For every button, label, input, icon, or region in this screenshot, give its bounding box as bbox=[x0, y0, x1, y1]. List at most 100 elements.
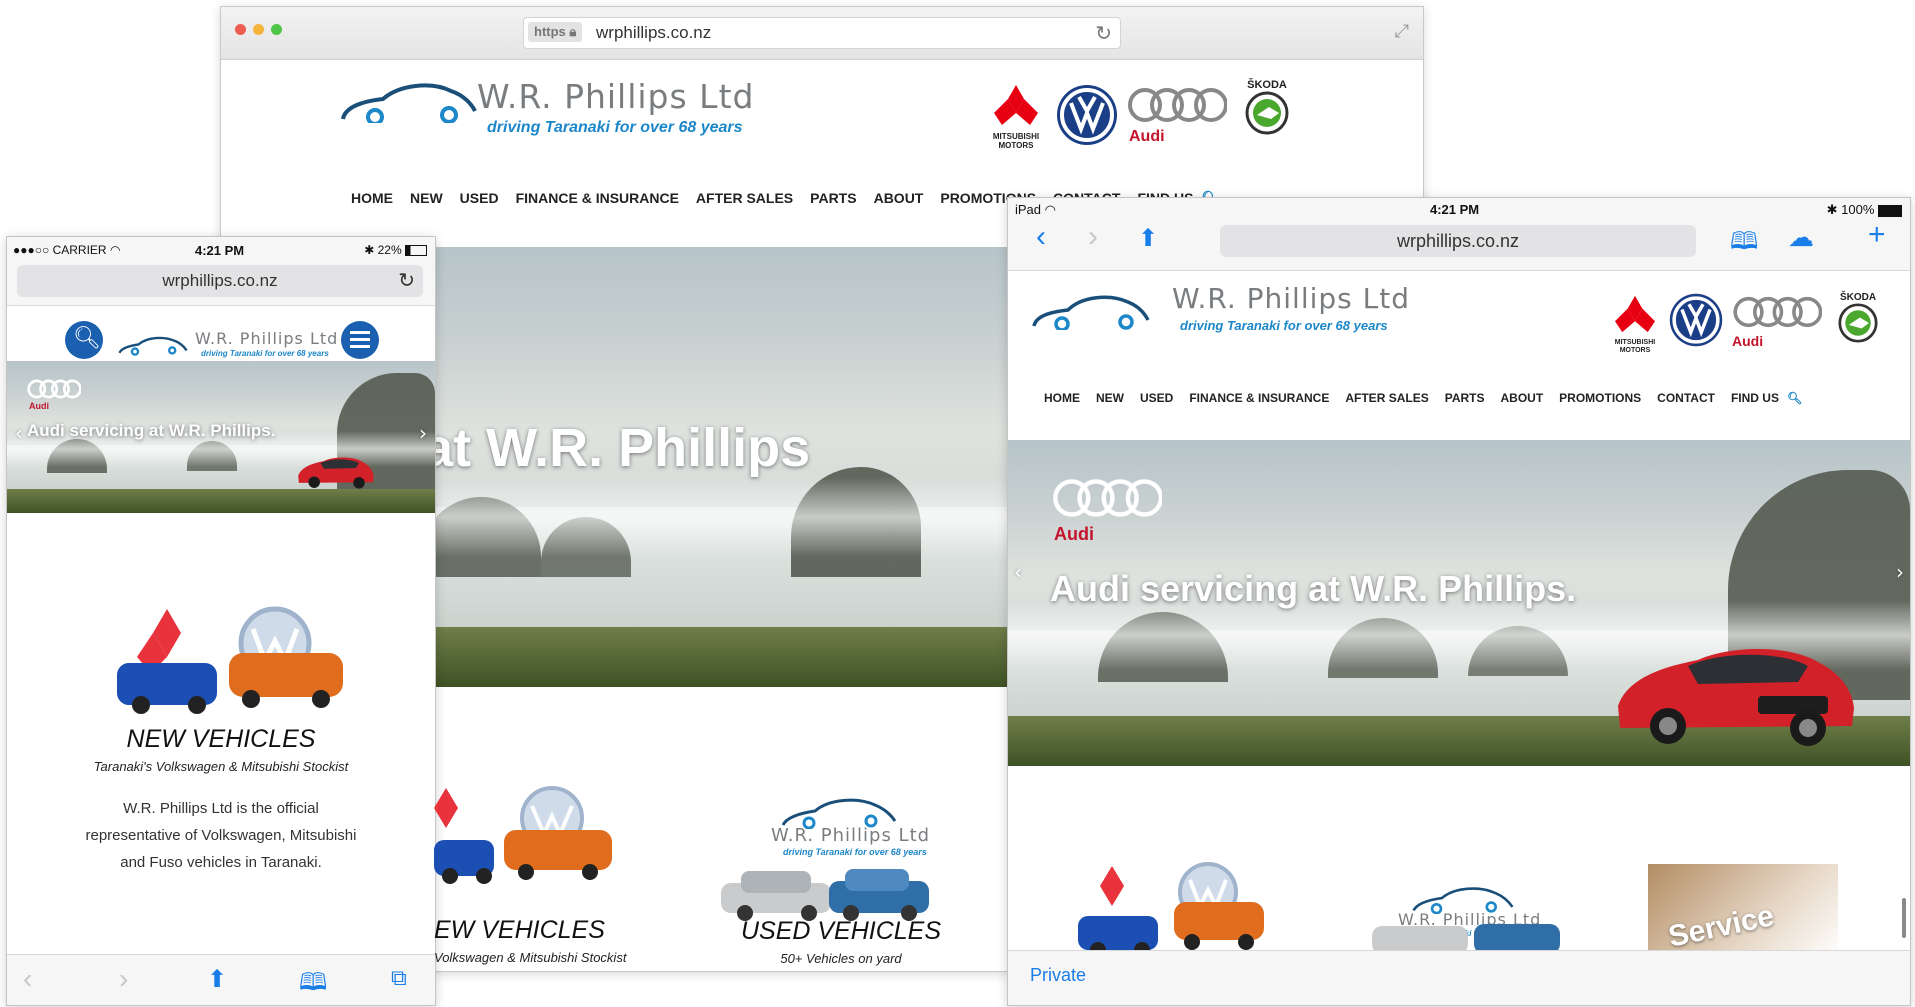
iphone-hero-banner[interactable]: Audi Audi servicing at W.R. Phillips. ‹ … bbox=[7, 361, 435, 513]
battery-icon bbox=[405, 245, 427, 257]
skoda-arrow-icon bbox=[1838, 303, 1878, 343]
minimize-window-button[interactable] bbox=[253, 24, 264, 35]
nav-used[interactable]: USED bbox=[460, 190, 499, 206]
site-name: W.R. Phillips Ltd bbox=[477, 77, 755, 116]
zoom-window-button[interactable] bbox=[271, 24, 282, 35]
wr-phillips-logo[interactable]: W.R. Phillips Ltd driving Taranaki for o… bbox=[339, 77, 753, 147]
search-icon: 🔍︎ bbox=[73, 325, 101, 350]
car-outline-icon bbox=[781, 798, 897, 829]
ipad-url-text: wrphillips.co.nz bbox=[1396, 231, 1520, 251]
ipad-hero-title: Audi servicing at W.R. Phillips. bbox=[1050, 568, 1577, 609]
mitsubishi-diamonds-icon bbox=[994, 85, 1038, 125]
vw-badge-icon bbox=[1057, 85, 1117, 145]
iphone-battery: ✱ 22% bbox=[364, 243, 427, 257]
hero-brand-label: Audi bbox=[1054, 524, 1094, 544]
nav-about[interactable]: ABOUT bbox=[874, 190, 924, 206]
ipad-address-bar[interactable]: wrphillips.co.nz bbox=[1220, 225, 1696, 257]
ipad-browser: iPad ◠ 4:21 PM ✱ 100% ‹ › ⬆︎ wrphillips.… bbox=[1007, 197, 1911, 1006]
bluetooth-icon: ✱ bbox=[364, 243, 375, 257]
menu-button[interactable] bbox=[341, 321, 379, 359]
service-image: Service bbox=[1648, 864, 1838, 960]
nav-home[interactable]: HOME bbox=[351, 190, 393, 206]
bookmarks-icon[interactable]: 🕮︎ bbox=[299, 965, 327, 1005]
skoda-arrow-icon bbox=[1245, 91, 1289, 135]
desktop-new-vehicles-subtitle: Volkswagen & Mitsubishi Stockist bbox=[434, 950, 627, 965]
forward-icon[interactable]: › bbox=[119, 963, 128, 995]
nav-about[interactable]: ABOUT bbox=[1500, 391, 1543, 405]
audi-logo[interactable]: Audi bbox=[1732, 296, 1823, 349]
audi-logo[interactable]: Audi bbox=[1127, 87, 1228, 146]
https-badge: https 🔒︎ bbox=[528, 22, 583, 42]
nav-after-sales[interactable]: AFTER SALES bbox=[1345, 391, 1428, 405]
audi-rings-icon bbox=[1733, 296, 1823, 328]
hero-next-arrow[interactable]: › bbox=[419, 421, 427, 445]
ipad-hero-banner[interactable]: Audi Audi servicing at W.R. Phillips. ‹ … bbox=[1008, 440, 1910, 766]
vw-badge-icon bbox=[1669, 293, 1723, 347]
nav-new[interactable]: NEW bbox=[1096, 391, 1124, 405]
nav-find-us[interactable]: FIND US bbox=[1731, 391, 1779, 405]
tabs-icon[interactable]: ⧉ bbox=[391, 965, 407, 991]
private-browsing-button[interactable]: Private bbox=[1030, 965, 1086, 986]
used-vehicles-title[interactable]: USED VEHICLES bbox=[721, 917, 961, 946]
fullscreen-icon[interactable]: ⤢ bbox=[1395, 21, 1409, 42]
audi-rings-icon bbox=[1053, 479, 1162, 517]
close-window-button[interactable] bbox=[235, 24, 246, 35]
hero-prev-arrow[interactable]: ‹ bbox=[15, 421, 23, 445]
share-icon[interactable]: ⬆︎ bbox=[1138, 224, 1158, 253]
new-vehicles-image bbox=[117, 606, 343, 714]
hero-next-arrow[interactable]: › bbox=[1896, 560, 1904, 584]
ipad-device-label: iPad ◠ bbox=[1015, 202, 1056, 217]
nav-after-sales[interactable]: AFTER SALES bbox=[696, 190, 793, 206]
icloud-tabs-icon[interactable]: ☁︎ bbox=[1788, 222, 1814, 253]
nav-used[interactable]: USED bbox=[1140, 391, 1173, 405]
car-outline-icon bbox=[118, 336, 188, 356]
forward-icon[interactable]: › bbox=[1088, 220, 1098, 254]
skoda-logo[interactable]: ŠKODA bbox=[1237, 79, 1297, 140]
red-audi-car-image bbox=[298, 457, 374, 489]
search-icon[interactable]: 🔍︎ bbox=[1787, 391, 1802, 405]
mitsubishi-logo[interactable]: MITSUBISHI MOTORS bbox=[989, 83, 1043, 150]
nav-promotions[interactable]: PROMOTIONS bbox=[1559, 391, 1641, 405]
intro-paragraph: W.R. Phillips Ltd is the official repres… bbox=[85, 800, 357, 871]
iphone-address-bar[interactable]: wrphillips.co.nz ↻ bbox=[17, 265, 423, 297]
nav-new[interactable]: NEW bbox=[410, 190, 443, 206]
wr-phillips-logo[interactable]: W.R. Phillips Ltd driving Taranaki for o… bbox=[1030, 282, 1409, 338]
ipad-scrollbar[interactable] bbox=[1902, 898, 1906, 938]
nav-contact[interactable]: CONTACT bbox=[1657, 391, 1715, 405]
new-vehicles-title[interactable]: NEW VEHICLES bbox=[7, 725, 435, 754]
share-icon[interactable]: ⬆︎ bbox=[207, 965, 227, 994]
hamburger-menu-icon bbox=[350, 331, 370, 334]
new-vehicles-image bbox=[1078, 862, 1264, 958]
used-vehicles-wr-logo: W.R. Phillips Ltd driving Taranaki for o… bbox=[739, 795, 939, 857]
ipad-toolbar: iPad ◠ 4:21 PM ✱ 100% ‹ › ⬆︎ wrphillips.… bbox=[1008, 198, 1910, 271]
car-outline-icon bbox=[341, 83, 477, 123]
nav-parts[interactable]: PARTS bbox=[810, 190, 856, 206]
nav-parts[interactable]: PARTS bbox=[1445, 391, 1485, 405]
desktop-titlebar: https 🔒︎ wrphillips.co.nz ↻ ⤢ bbox=[221, 7, 1423, 60]
bookmarks-icon[interactable]: 🕮︎ bbox=[1730, 224, 1758, 265]
volkswagen-logo[interactable] bbox=[1668, 292, 1724, 353]
reload-icon[interactable]: ↻ bbox=[398, 268, 415, 293]
back-icon[interactable]: ‹ bbox=[1036, 220, 1046, 254]
volkswagen-logo[interactable] bbox=[1055, 83, 1119, 152]
nav-finance-insurance[interactable]: FINANCE & INSURANCE bbox=[1189, 391, 1329, 405]
wifi-icon: ◠ bbox=[1044, 202, 1056, 217]
new-tab-icon[interactable]: + bbox=[1868, 218, 1886, 252]
nav-home[interactable]: HOME bbox=[1044, 391, 1080, 405]
wr-phillips-logo[interactable]: W.R. Phillips Ltd driving Taranaki for o… bbox=[117, 329, 337, 359]
skoda-logo[interactable]: ŠKODA bbox=[1830, 292, 1886, 348]
lock-icon: 🔒︎ bbox=[569, 24, 577, 39]
search-button[interactable]: 🔍︎ bbox=[65, 321, 103, 359]
car-outline-icon bbox=[1032, 295, 1150, 330]
iphone-time: 4:21 PM bbox=[195, 243, 245, 258]
desktop-new-vehicles-title[interactable]: EW VEHICLES bbox=[434, 916, 605, 945]
mitsubishi-logo[interactable]: MITSUBISHI MOTORS bbox=[1610, 294, 1660, 355]
hero-brand-label: Audi bbox=[29, 401, 49, 411]
desktop-address-bar[interactable]: https 🔒︎ wrphillips.co.nz ↻ bbox=[523, 17, 1121, 49]
reload-icon[interactable]: ↻ bbox=[1095, 21, 1112, 46]
nav-finance-insurance[interactable]: FINANCE & INSURANCE bbox=[516, 190, 679, 206]
back-icon[interactable]: ‹ bbox=[23, 963, 32, 995]
bluetooth-icon: ✱ bbox=[1826, 202, 1838, 217]
iphone-toolbar: ●●●○○ CARRIER ◠ 4:21 PM ✱ 22% wrphillips… bbox=[7, 237, 435, 306]
hero-prev-arrow[interactable]: ‹ bbox=[1014, 560, 1022, 584]
